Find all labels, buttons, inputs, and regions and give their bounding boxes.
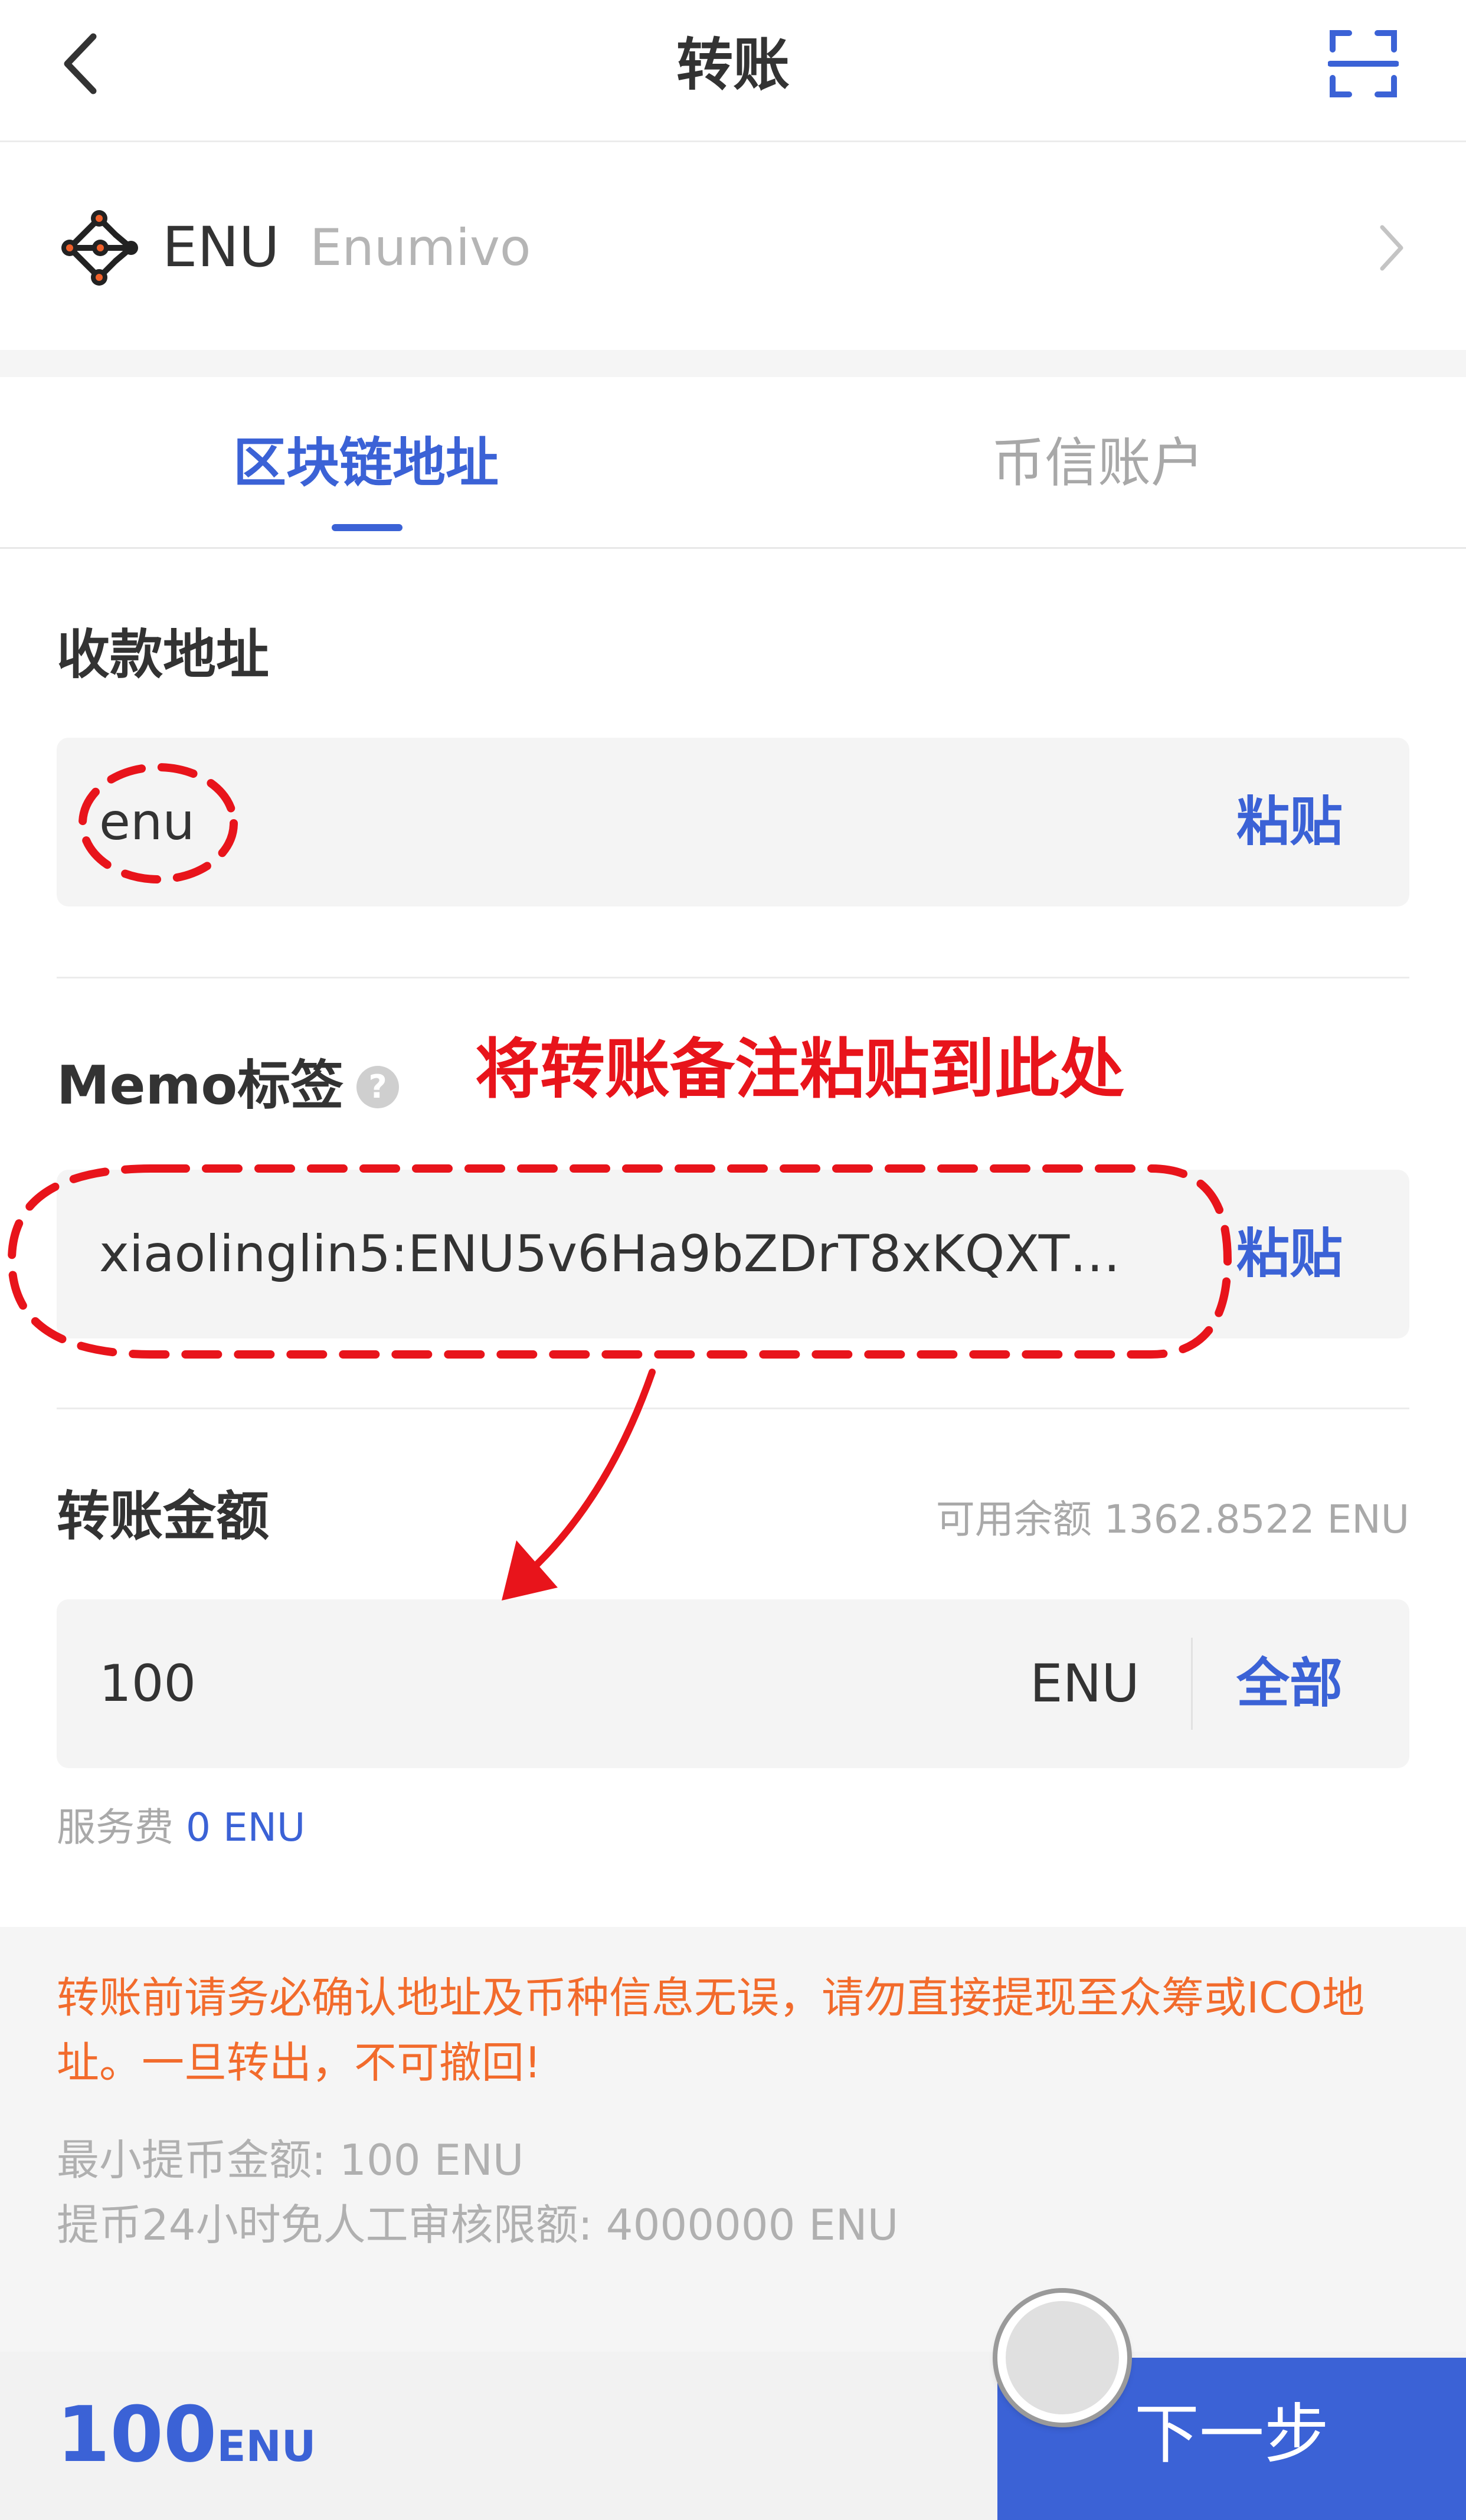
page-title: 转账 [676, 32, 790, 98]
amount-input-value[interactable]: 100 [99, 1648, 196, 1719]
annotation-arrowhead [502, 1540, 558, 1601]
help-icon[interactable]: ? [356, 1066, 399, 1108]
token-symbol: ENU [162, 215, 280, 280]
all-amount-button[interactable]: 全部 [1236, 1648, 1343, 1719]
daily-limit-text: 提币24小时免人工审核限额: 4000000 ENU [57, 2200, 899, 2250]
fee-label: 服务费 [57, 1805, 174, 1850]
tab-blockchain-address[interactable]: 区块链地址 [195, 413, 537, 513]
address-label: 收款地址 [57, 624, 269, 686]
address-paste-button[interactable]: 粘贴 [1236, 787, 1343, 858]
enumivo-logo-icon [59, 208, 139, 288]
divider [57, 977, 1409, 978]
scan-icon [1327, 30, 1399, 97]
tab-coinxin-account[interactable]: 币信账户 [927, 413, 1269, 513]
annotation-arrow [525, 1369, 656, 1576]
tab-active-indicator [332, 524, 403, 531]
total-amount: 100ENU [57, 2390, 316, 2502]
scan-button[interactable] [1327, 28, 1399, 99]
divider [57, 1408, 1409, 1409]
service-fee: 服务费 0 ENU [57, 1801, 305, 1854]
vertical-divider [1191, 1638, 1193, 1730]
section-gap [0, 350, 1466, 377]
address-input-value[interactable]: enu [99, 787, 195, 858]
assistive-touch-button[interactable] [997, 2293, 1127, 2423]
token-name: Enumivo [310, 218, 531, 277]
chevron-right-icon [1374, 221, 1409, 274]
amount-field[interactable] [57, 1599, 1409, 1768]
memo-paste-button[interactable]: 粘贴 [1236, 1219, 1343, 1290]
address-field[interactable] [57, 738, 1409, 906]
fee-value: 0 ENU [185, 1805, 306, 1850]
total-value: 100 [57, 2390, 217, 2479]
total-unit: ENU [217, 2421, 316, 2471]
memo-input-value[interactable]: xiaolinglin5:ENU5v6Ha9bZDrT8xKQXT… [99, 1219, 1173, 1290]
warning-text: 转账前请务必确认地址及币种信息无误，请勿直接提现至众筹或ICO地址。一旦转出，不… [57, 1973, 1365, 2087]
annotation-text: 将转账备注粘贴到此处 [475, 1032, 1124, 1107]
memo-label: Memo标签 [57, 1055, 344, 1117]
amount-label: 转账金额 [57, 1485, 269, 1547]
available-balance: 可用余额 1362.8522 ENU [935, 1497, 1409, 1542]
amount-unit: ENU [1030, 1653, 1140, 1714]
min-withdraw-text: 最小提币金额: 100 ENU [57, 2135, 524, 2185]
